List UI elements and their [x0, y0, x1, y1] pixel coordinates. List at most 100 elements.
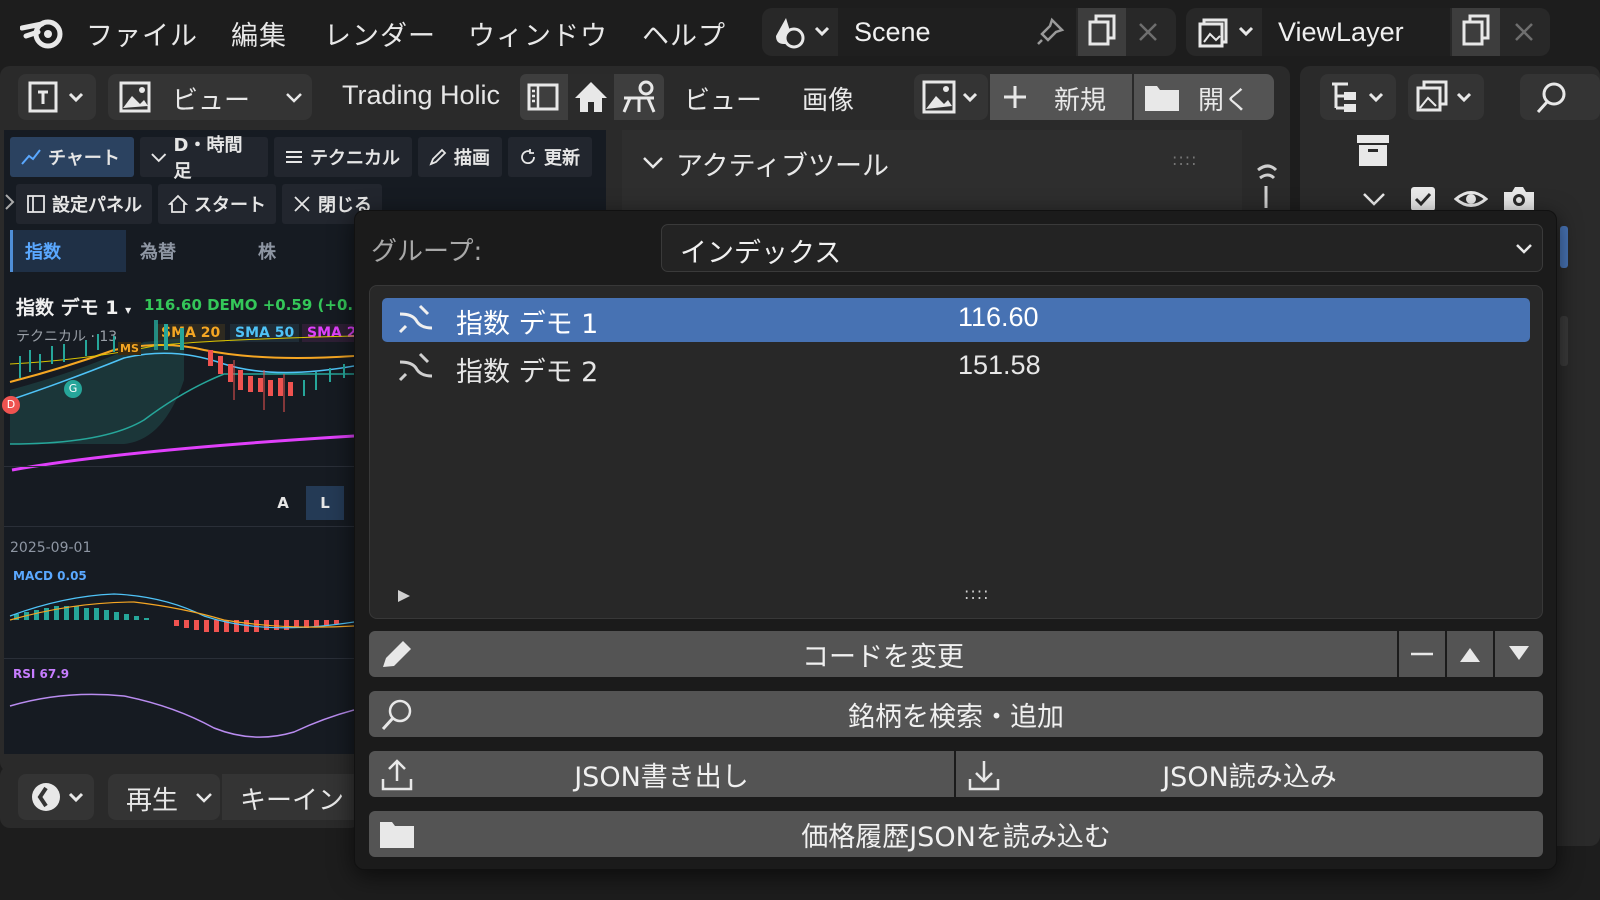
- display-mode-button[interactable]: [1408, 74, 1484, 120]
- load-history-button[interactable]: 価格履歴JSONを読み込む: [369, 811, 1543, 857]
- timeline-type-button[interactable]: [18, 774, 94, 820]
- view-layer-name-field[interactable]: ViewLayer: [1262, 8, 1450, 56]
- list-item-value: 116.60: [958, 302, 1039, 332]
- view-toggle-group: [520, 74, 664, 120]
- symbol-list: 指数 デモ 1 116.60 指数 デモ 2 151.58 ::::: [369, 285, 1543, 619]
- close-icon: [294, 196, 310, 212]
- duplicate-scene-button[interactable]: [1078, 8, 1126, 56]
- active-tool-title[interactable]: アクティブツール: [676, 144, 889, 183]
- drag-handle-icon[interactable]: ::::: [1172, 150, 1198, 169]
- tab-forex[interactable]: 為替: [128, 230, 244, 272]
- menu-help[interactable]: ヘルプ: [642, 14, 726, 53]
- open-image-label: 開く: [1198, 86, 1251, 116]
- menu-edit[interactable]: 編集: [231, 14, 287, 53]
- d-marker[interactable]: D: [2, 396, 20, 414]
- quote-line: 116.60 DEMO +0.59 (+0.51: [144, 296, 374, 314]
- remove-button[interactable]: [1399, 631, 1445, 677]
- timeframe-button[interactable]: D・時間足: [140, 135, 268, 182]
- draw-button[interactable]: 描画: [418, 137, 502, 177]
- symbol-title[interactable]: 指数 デモ 1 ▾: [16, 293, 131, 320]
- keying-menu[interactable]: キーイン: [222, 774, 362, 820]
- chart-button[interactable]: チャート: [10, 137, 134, 177]
- camera-icon[interactable]: [1502, 184, 1536, 212]
- scroll-indicator[interactable]: [1560, 226, 1568, 268]
- chevron-right-icon[interactable]: [4, 192, 16, 212]
- scene-icon[interactable]: [772, 16, 832, 50]
- settings-panel-button[interactable]: 設定パネル: [16, 184, 152, 224]
- chart-divider: [4, 466, 354, 467]
- macd-label: MACD 0.05: [13, 569, 87, 583]
- technical-button[interactable]: テクニカル: [274, 137, 412, 177]
- playback-menu[interactable]: 再生: [108, 774, 220, 820]
- chevron-down-icon[interactable]: [640, 150, 666, 176]
- view-menu-button[interactable]: ビュー: [108, 74, 312, 120]
- tab-stocks[interactable]: 株: [246, 230, 362, 272]
- refresh-button[interactable]: 更新: [508, 137, 592, 177]
- menu-file[interactable]: ファイル: [86, 14, 198, 53]
- collection-icon[interactable]: [1356, 134, 1390, 168]
- g-marker[interactable]: G: [64, 380, 82, 398]
- new-image-label: 新規: [1054, 86, 1107, 116]
- image-menu[interactable]: 画像: [802, 80, 854, 117]
- home-icon: [168, 194, 188, 213]
- image-name[interactable]: Trading Holic: [342, 80, 500, 111]
- chart-button-label: チャート: [48, 148, 120, 169]
- outliner-type-button[interactable]: [1320, 74, 1396, 120]
- duplicate-view-layer-button[interactable]: [1452, 8, 1500, 56]
- chart-divider: [4, 526, 354, 527]
- playback-label: 再生: [126, 786, 179, 816]
- delete-scene-icon[interactable]: [1134, 18, 1162, 46]
- json-import-button[interactable]: JSON読み込み: [956, 751, 1543, 797]
- menu-render[interactable]: レンダー: [324, 14, 436, 53]
- start-label: スタート: [194, 195, 266, 216]
- change-code-button[interactable]: コードを変更: [369, 631, 1397, 677]
- search-icon: [1536, 82, 1566, 114]
- auto-scale-button[interactable]: A: [264, 486, 302, 520]
- list-item-name: 指数 デモ 2: [456, 357, 599, 388]
- open-image-button[interactable]: 開く: [1134, 74, 1274, 120]
- blender-logo-icon[interactable]: [20, 14, 66, 50]
- outliner-search-button[interactable]: [1520, 74, 1600, 120]
- eye-icon[interactable]: [1454, 186, 1488, 212]
- scrollbar[interactable]: [1560, 316, 1568, 366]
- json-export-button[interactable]: JSON書き出し: [369, 751, 954, 797]
- editor-type-button[interactable]: [18, 74, 96, 120]
- change-code-label: コードを変更: [802, 641, 964, 673]
- group-dropdown[interactable]: インデックス: [661, 224, 1543, 272]
- triangle-down-icon: [1509, 646, 1529, 660]
- expand-arrow-icon[interactable]: [396, 588, 412, 604]
- browse-image-button[interactable]: [914, 74, 988, 120]
- price-chart[interactable]: [4, 320, 354, 480]
- list-item[interactable]: 指数 デモ 2 151.58: [382, 346, 1530, 390]
- start-button[interactable]: スタート: [158, 184, 276, 224]
- move-up-button[interactable]: [1447, 631, 1493, 677]
- draw-label: 描画: [454, 148, 490, 169]
- list-resize-handle[interactable]: ::::: [964, 584, 990, 603]
- tool-tab-icon[interactable]: [1248, 152, 1284, 212]
- pin-icon[interactable]: [1034, 16, 1066, 48]
- chevron-down-icon[interactable]: [1362, 190, 1386, 210]
- macd-chart[interactable]: [4, 586, 354, 646]
- clock-icon: [32, 783, 84, 811]
- home-icon[interactable]: [568, 74, 614, 120]
- technical-label: テクニカル: [310, 148, 400, 169]
- log-scale-button[interactable]: L: [306, 486, 344, 520]
- pan-view-icon[interactable]: [616, 74, 662, 120]
- sidebar-toggle-icon[interactable]: [520, 74, 566, 120]
- scene-name-field[interactable]: Scene: [838, 8, 1076, 56]
- search-add-button[interactable]: 銘柄を検索・追加: [369, 691, 1543, 737]
- import-icon: [968, 761, 1000, 791]
- menu-window[interactable]: ウィンドウ: [468, 14, 608, 53]
- list-item[interactable]: 指数 デモ 1 116.60: [382, 298, 1530, 342]
- new-image-button[interactable]: 新規: [990, 74, 1132, 120]
- view-layer-icon[interactable]: [1196, 16, 1256, 50]
- fcurve-icon: [398, 304, 433, 334]
- move-down-button[interactable]: [1495, 631, 1543, 677]
- tab-index[interactable]: 指数: [10, 230, 126, 272]
- load-history-label: 価格履歴JSONを読み込む: [801, 821, 1111, 853]
- view-menu-2[interactable]: ビュー: [684, 80, 762, 117]
- delete-view-layer-icon[interactable]: [1510, 18, 1538, 46]
- checkbox-icon[interactable]: [1410, 186, 1436, 212]
- rsi-chart[interactable]: [4, 684, 354, 744]
- ms-marker[interactable]: MS: [118, 342, 141, 355]
